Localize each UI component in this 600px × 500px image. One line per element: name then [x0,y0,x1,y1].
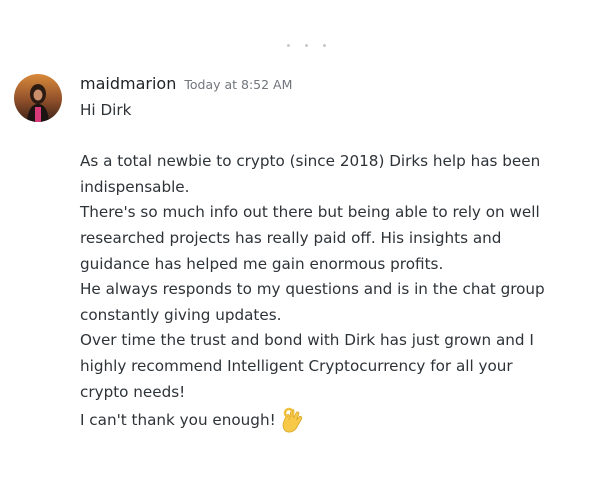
message-body: Hi Dirk As a total newbie to crypto (sin… [80,98,585,434]
message-line-last: I can't thank you enough! [80,405,585,434]
username[interactable]: maidmarion [80,74,176,93]
message-header: maidmarion Today at 8:52 AM [80,74,585,98]
message-line: constantly giving updates. [80,305,282,324]
message-line: researched projects has really paid off.… [80,228,502,247]
message-line: Hi Dirk [80,101,132,119]
message-line-text: I can't thank you enough! [80,411,276,430]
avatar-image [14,74,62,122]
message-line: He always responds to my questions and i… [80,280,545,299]
scroll-fade-dots [283,44,343,50]
message-line: highly recommend Intelligent Cryptocurre… [80,356,513,375]
message-line: Over time the trust and bond with Dirk h… [80,331,534,350]
message-line: indispensable. [80,177,190,196]
message-line: crypto needs! [80,382,186,401]
message-line: guidance has helped me gain enormous pro… [80,254,444,273]
timestamp[interactable]: Today at 8:52 AM [184,77,292,92]
avatar[interactable] [14,74,62,122]
message-line: As a total newbie to crypto (since 2018)… [80,152,541,171]
ok-hand-icon [280,405,306,433]
message-content: maidmarion Today at 8:52 AM Hi Dirk As a… [80,74,585,434]
message-line: There's so much info out there but being… [80,203,540,222]
